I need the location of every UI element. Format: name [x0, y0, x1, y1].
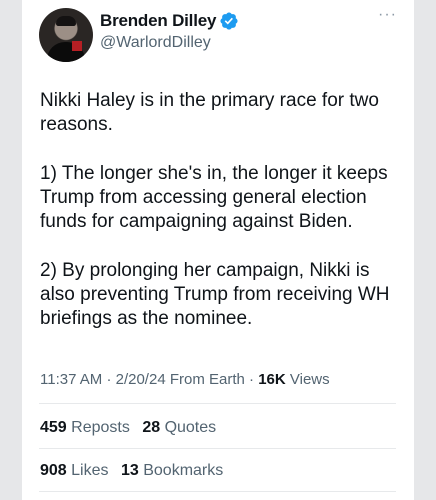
reposts-stat[interactable]: 459 Reposts — [40, 419, 130, 436]
bookmarks-stat[interactable]: 13 Bookmarks — [121, 462, 223, 479]
likes-count: 908 — [40, 462, 67, 479]
tweet-date[interactable]: 2/20/24 — [116, 371, 166, 388]
quotes-label: Quotes — [164, 419, 217, 436]
bookmarks-label: Bookmarks — [143, 462, 224, 479]
reposts-label: Reposts — [71, 419, 130, 436]
avatar-hair — [56, 16, 76, 26]
tweet-card: Brenden Dilley @WarlordDilley ··· Nikki … — [22, 0, 414, 500]
likes-label: Likes — [71, 462, 109, 479]
quotes-stat[interactable]: 28 Quotes — [142, 419, 216, 436]
tweet-text: Nikki Haley is in the primary race for t… — [40, 89, 405, 356]
tweet-paragraph-3: 2) By prolonging her campaign, Nikki is … — [40, 260, 390, 329]
meta-separator: · — [249, 371, 259, 388]
engagement-row-likes: 908 Likes 13 Bookmarks — [40, 462, 231, 480]
tweet-paragraph-1: Nikki Haley is in the primary race for t… — [40, 90, 379, 135]
divider — [39, 448, 396, 449]
divider — [39, 403, 396, 404]
tweet-paragraph-2: 1) The longer she's in, the longer it ke… — [40, 163, 388, 232]
views-label: Views — [289, 371, 330, 388]
tweet-time[interactable]: 11:37 AM — [40, 371, 102, 388]
author-handle[interactable]: @WarlordDilley — [100, 34, 211, 52]
divider — [39, 491, 396, 492]
tweet-metadata: 11:37 AM · 2/20/24 From Earth · 16K View… — [40, 371, 330, 388]
engagement-row-reposts: 459 Reposts 28 Quotes — [40, 419, 224, 437]
views-count: 16K — [258, 371, 286, 388]
author-name[interactable]: Brenden Dilley — [100, 11, 216, 31]
tweet-source: From Earth — [169, 371, 245, 388]
more-options-icon[interactable]: ··· — [378, 6, 397, 24]
avatar-flag — [72, 41, 82, 51]
bookmarks-count: 13 — [120, 462, 139, 479]
likes-stat[interactable]: 908 Likes — [40, 462, 109, 479]
reposts-count: 459 — [40, 419, 67, 436]
author-avatar[interactable] — [39, 8, 93, 62]
meta-separator: · — [106, 371, 116, 388]
quotes-count: 28 — [142, 419, 161, 436]
verified-badge-icon — [220, 12, 238, 30]
